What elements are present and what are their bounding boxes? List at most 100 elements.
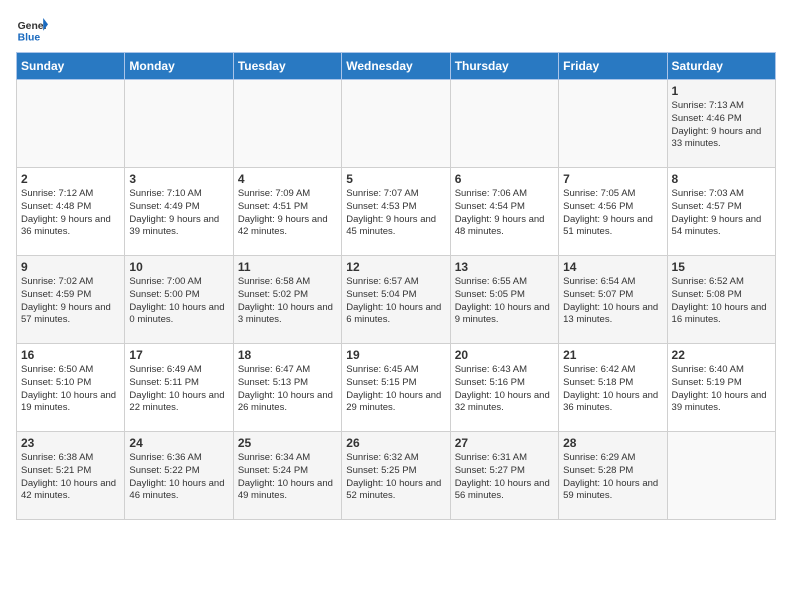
- day-number: 17: [129, 348, 228, 362]
- day-info: Sunrise: 7:05 AM Sunset: 4:56 PM Dayligh…: [563, 188, 662, 239]
- day-number: 6: [455, 172, 554, 186]
- day-info: Sunrise: 6:40 AM Sunset: 5:19 PM Dayligh…: [672, 364, 771, 415]
- calendar-cell: 5 Sunrise: 7:07 AM Sunset: 4:53 PM Daylig…: [342, 168, 450, 256]
- day-info: Sunrise: 7:03 AM Sunset: 4:57 PM Dayligh…: [672, 188, 771, 239]
- day-number: 9: [21, 260, 120, 274]
- calendar-cell: 27 Sunrise: 6:31 AM Sunset: 5:27 PM Dayli…: [450, 432, 558, 520]
- calendar-cell: 13 Sunrise: 6:55 AM Sunset: 5:05 PM Dayli…: [450, 256, 558, 344]
- day-number: 27: [455, 436, 554, 450]
- day-number: 13: [455, 260, 554, 274]
- day-number: 5: [346, 172, 445, 186]
- day-info: Sunrise: 7:09 AM Sunset: 4:51 PM Dayligh…: [238, 188, 337, 239]
- day-number: 4: [238, 172, 337, 186]
- day-number: 24: [129, 436, 228, 450]
- calendar-cell: 14Sunrise: 6:54 AM Sunset: 5:07 PM Dayli…: [559, 256, 667, 344]
- day-info: Sunrise: 6:50 AM Sunset: 5:10 PM Dayligh…: [21, 364, 120, 415]
- day-number: 16: [21, 348, 120, 362]
- calendar-cell: 7 Sunrise: 7:05 AM Sunset: 4:56 PM Daylig…: [559, 168, 667, 256]
- calendar-cell: 16 Sunrise: 6:50 AM Sunset: 5:10 PM Dayli…: [17, 344, 125, 432]
- weekday-header: Sunday: [17, 53, 125, 80]
- calendar-week-row: 9 Sunrise: 7:02 AM Sunset: 4:59 PM Daylig…: [17, 256, 776, 344]
- weekday-header: Tuesday: [233, 53, 341, 80]
- day-number: 19: [346, 348, 445, 362]
- day-number: 10: [129, 260, 228, 274]
- day-info: Sunrise: 6:49 AM Sunset: 5:11 PM Dayligh…: [129, 364, 228, 415]
- day-number: 11: [238, 260, 337, 274]
- calendar-cell: 23Sunrise: 6:38 AM Sunset: 5:21 PM Dayli…: [17, 432, 125, 520]
- calendar-cell: [125, 80, 233, 168]
- calendar-cell: 3 Sunrise: 7:10 AM Sunset: 4:49 PM Daylig…: [125, 168, 233, 256]
- day-info: Sunrise: 6:29 AM Sunset: 5:28 PM Dayligh…: [563, 452, 662, 503]
- calendar-cell: [559, 80, 667, 168]
- calendar-cell: [233, 80, 341, 168]
- page-header: General Blue: [16, 16, 776, 44]
- day-info: Sunrise: 6:42 AM Sunset: 5:18 PM Dayligh…: [563, 364, 662, 415]
- day-number: 12: [346, 260, 445, 274]
- day-info: Sunrise: 6:36 AM Sunset: 5:22 PM Dayligh…: [129, 452, 228, 503]
- day-number: 20: [455, 348, 554, 362]
- day-info: Sunrise: 6:55 AM Sunset: 5:05 PM Dayligh…: [455, 276, 554, 327]
- calendar-cell: 21Sunrise: 6:42 AM Sunset: 5:18 PM Dayli…: [559, 344, 667, 432]
- day-info: Sunrise: 7:06 AM Sunset: 4:54 PM Dayligh…: [455, 188, 554, 239]
- calendar-cell: 26 Sunrise: 6:32 AM Sunset: 5:25 PM Dayli…: [342, 432, 450, 520]
- calendar-cell: 15 Sunrise: 6:52 AM Sunset: 5:08 PM Dayli…: [667, 256, 775, 344]
- day-number: 7: [563, 172, 662, 186]
- calendar-cell: 10 Sunrise: 7:00 AM Sunset: 5:00 PM Dayli…: [125, 256, 233, 344]
- day-number: 14: [563, 260, 662, 274]
- logo: General Blue: [16, 16, 52, 44]
- day-number: 22: [672, 348, 771, 362]
- day-info: Sunrise: 6:47 AM Sunset: 5:13 PM Dayligh…: [238, 364, 337, 415]
- weekday-header: Wednesday: [342, 53, 450, 80]
- calendar-cell: [667, 432, 775, 520]
- calendar-cell: 2Sunrise: 7:12 AM Sunset: 4:48 PM Daylig…: [17, 168, 125, 256]
- calendar-week-row: 1 Sunrise: 7:13 AM Sunset: 4:46 PM Daylig…: [17, 80, 776, 168]
- calendar-table: SundayMondayTuesdayWednesdayThursdayFrid…: [16, 52, 776, 520]
- day-number: 15: [672, 260, 771, 274]
- day-info: Sunrise: 7:07 AM Sunset: 4:53 PM Dayligh…: [346, 188, 445, 239]
- day-number: 25: [238, 436, 337, 450]
- svg-text:Blue: Blue: [18, 32, 41, 43]
- day-number: 8: [672, 172, 771, 186]
- day-info: Sunrise: 6:45 AM Sunset: 5:15 PM Dayligh…: [346, 364, 445, 415]
- calendar-week-row: 23Sunrise: 6:38 AM Sunset: 5:21 PM Dayli…: [17, 432, 776, 520]
- day-info: Sunrise: 7:13 AM Sunset: 4:46 PM Dayligh…: [672, 100, 771, 151]
- calendar-cell: 20 Sunrise: 6:43 AM Sunset: 5:16 PM Dayli…: [450, 344, 558, 432]
- day-info: Sunrise: 7:10 AM Sunset: 4:49 PM Dayligh…: [129, 188, 228, 239]
- day-info: Sunrise: 6:58 AM Sunset: 5:02 PM Dayligh…: [238, 276, 337, 327]
- day-number: 26: [346, 436, 445, 450]
- day-info: Sunrise: 6:34 AM Sunset: 5:24 PM Dayligh…: [238, 452, 337, 503]
- calendar-cell: 9 Sunrise: 7:02 AM Sunset: 4:59 PM Daylig…: [17, 256, 125, 344]
- day-info: Sunrise: 6:43 AM Sunset: 5:16 PM Dayligh…: [455, 364, 554, 415]
- calendar-cell: 28 Sunrise: 6:29 AM Sunset: 5:28 PM Dayli…: [559, 432, 667, 520]
- calendar-cell: 8 Sunrise: 7:03 AM Sunset: 4:57 PM Daylig…: [667, 168, 775, 256]
- day-info: Sunrise: 7:12 AM Sunset: 4:48 PM Dayligh…: [21, 188, 120, 239]
- calendar-cell: 25 Sunrise: 6:34 AM Sunset: 5:24 PM Dayli…: [233, 432, 341, 520]
- calendar-cell: 19 Sunrise: 6:45 AM Sunset: 5:15 PM Dayli…: [342, 344, 450, 432]
- day-info: Sunrise: 6:52 AM Sunset: 5:08 PM Dayligh…: [672, 276, 771, 327]
- calendar-cell: 11 Sunrise: 6:58 AM Sunset: 5:02 PM Dayli…: [233, 256, 341, 344]
- weekday-header: Friday: [559, 53, 667, 80]
- day-info: Sunrise: 6:38 AM Sunset: 5:21 PM Dayligh…: [21, 452, 120, 503]
- calendar-cell: 4 Sunrise: 7:09 AM Sunset: 4:51 PM Daylig…: [233, 168, 341, 256]
- day-number: 1: [672, 84, 771, 98]
- calendar-cell: [342, 80, 450, 168]
- day-info: Sunrise: 6:31 AM Sunset: 5:27 PM Dayligh…: [455, 452, 554, 503]
- calendar-cell: 6 Sunrise: 7:06 AM Sunset: 4:54 PM Daylig…: [450, 168, 558, 256]
- day-info: Sunrise: 7:00 AM Sunset: 5:00 PM Dayligh…: [129, 276, 228, 327]
- calendar-week-row: 2Sunrise: 7:12 AM Sunset: 4:48 PM Daylig…: [17, 168, 776, 256]
- calendar-cell: 18 Sunrise: 6:47 AM Sunset: 5:13 PM Dayli…: [233, 344, 341, 432]
- calendar-cell: [450, 80, 558, 168]
- calendar-cell: [17, 80, 125, 168]
- day-info: Sunrise: 6:57 AM Sunset: 5:04 PM Dayligh…: [346, 276, 445, 327]
- calendar-week-row: 16 Sunrise: 6:50 AM Sunset: 5:10 PM Dayli…: [17, 344, 776, 432]
- day-number: 3: [129, 172, 228, 186]
- day-number: 18: [238, 348, 337, 362]
- weekday-header: Monday: [125, 53, 233, 80]
- calendar-cell: 1 Sunrise: 7:13 AM Sunset: 4:46 PM Daylig…: [667, 80, 775, 168]
- calendar-cell: 17 Sunrise: 6:49 AM Sunset: 5:11 PM Dayli…: [125, 344, 233, 432]
- calendar-header-row: SundayMondayTuesdayWednesdayThursdayFrid…: [17, 53, 776, 80]
- day-info: Sunrise: 6:32 AM Sunset: 5:25 PM Dayligh…: [346, 452, 445, 503]
- day-info: Sunrise: 7:02 AM Sunset: 4:59 PM Dayligh…: [21, 276, 120, 327]
- day-number: 28: [563, 436, 662, 450]
- weekday-header: Thursday: [450, 53, 558, 80]
